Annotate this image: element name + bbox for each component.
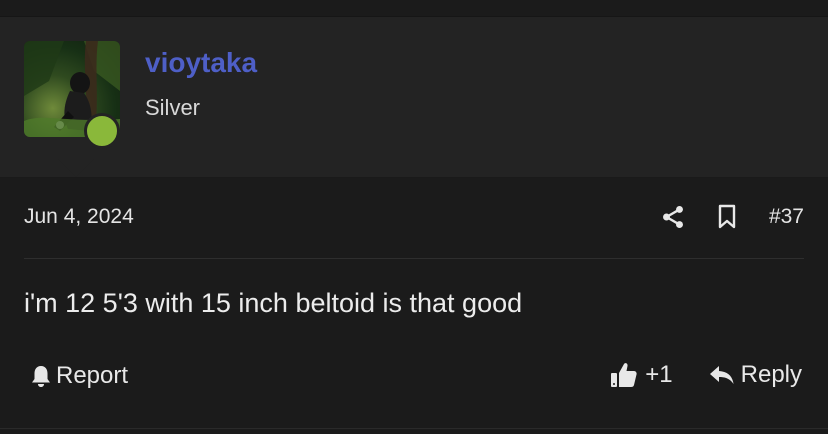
user-info-block: vioytaka Silver: [0, 17, 828, 178]
like-button[interactable]: +1: [609, 360, 673, 390]
post-number-link[interactable]: #37: [769, 205, 804, 229]
reply-arrow-icon: [709, 364, 735, 386]
user-block-pointer: [58, 159, 94, 177]
post-date[interactable]: Jun 4, 2024: [24, 205, 134, 229]
previous-post-edge: [0, 0, 828, 17]
username-link[interactable]: vioytaka: [145, 47, 257, 79]
bookmark-icon[interactable]: [715, 203, 739, 231]
like-count: +1: [645, 361, 673, 388]
user-rank-title: Silver: [145, 95, 201, 120]
post-actions: #37: [659, 200, 804, 234]
post-reactions: +1 Reply: [609, 360, 802, 390]
post-header-divider: [24, 258, 804, 259]
reply-button[interactable]: Reply: [709, 361, 802, 389]
bell-icon: [30, 364, 52, 388]
report-label: Report: [56, 362, 129, 389]
report-button[interactable]: Report: [30, 362, 128, 390]
share-icon[interactable]: [659, 203, 687, 231]
post-bottom-border: [0, 428, 828, 429]
reply-label: Reply: [740, 361, 802, 388]
post-message: i'm 12 5'3 with 15 inch beltoid is that …: [24, 288, 523, 318]
thumbs-up-icon: [609, 360, 639, 390]
forum-post: vioytaka Silver Jun 4, 2024 #37 i'm 12 5…: [0, 0, 828, 434]
online-status-indicator: [84, 113, 120, 149]
post-body: Jun 4, 2024 #37 i'm 12 5'3 with 15 inch …: [0, 178, 828, 434]
